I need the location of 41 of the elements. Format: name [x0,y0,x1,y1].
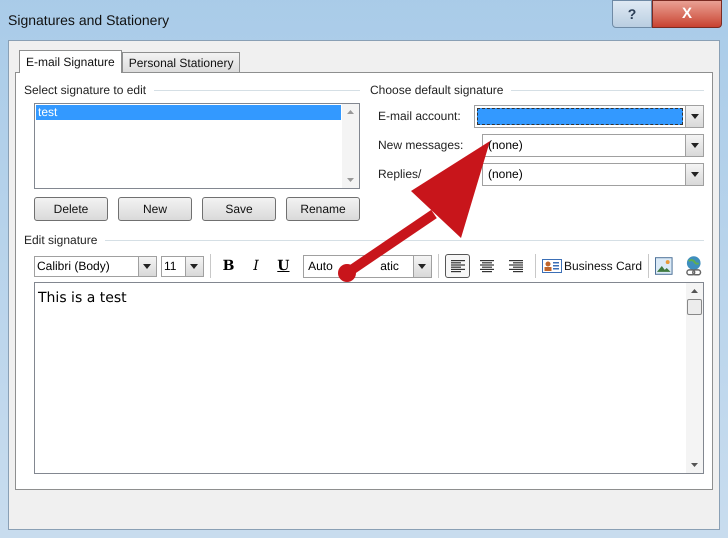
align-right-icon [507,259,526,273]
action-button[interactable]: Rename [286,197,360,221]
field-label: New messages: [378,138,464,152]
align-center-icon [478,259,496,273]
field-label: Replies/ [378,167,422,181]
caret-down-icon [690,142,698,148]
scroll-up-icon[interactable] [691,289,698,293]
signature-editor[interactable]: This is a test [34,282,704,474]
italic-button[interactable]: I [244,256,268,276]
field-label: E-mail account: [378,109,461,123]
action-button[interactable]: Delete [34,197,108,221]
signature-dropdown[interactable]: (none) [482,162,704,186]
scroll-down-icon[interactable] [691,463,698,467]
section-heading: Choose default signature [370,82,504,99]
section-heading: Edit signature [24,232,98,249]
caret-down-icon [190,264,198,268]
caret-down-icon [690,114,698,118]
scroll-thumb[interactable] [687,299,702,315]
scrollbar[interactable] [686,283,703,473]
window-title: Signatures and Stationery [8,10,170,30]
tab[interactable]: E-mail Signature [19,50,122,73]
signature-dropdown[interactable]: (none) [482,134,704,156]
action-button[interactable]: New [118,197,192,221]
caret-down-icon [143,264,152,268]
signature-text: This is a test [38,290,127,306]
contact-card-icon [542,259,562,273]
align-left-button[interactable] [444,254,470,278]
tab[interactable]: Personal Stationery [122,52,240,72]
caret-down-icon [690,172,698,176]
business-card-button[interactable]: Business Card [542,257,642,275]
underline-button[interactable]: U [272,256,296,276]
caret-down-icon [418,264,426,268]
help-button[interactable]: ? [612,0,652,28]
bold-button[interactable]: B [216,256,240,276]
signature-dropdown[interactable] [474,104,704,128]
align-left-icon [448,259,467,273]
font-dropdown[interactable]: Calibri (Body) [34,256,157,276]
picture-icon[interactable] [654,257,673,275]
action-button[interactable]: Save [202,197,276,221]
size-dropdown[interactable]: 11 [160,256,204,276]
section-heading: Select signature to edit [24,82,146,99]
